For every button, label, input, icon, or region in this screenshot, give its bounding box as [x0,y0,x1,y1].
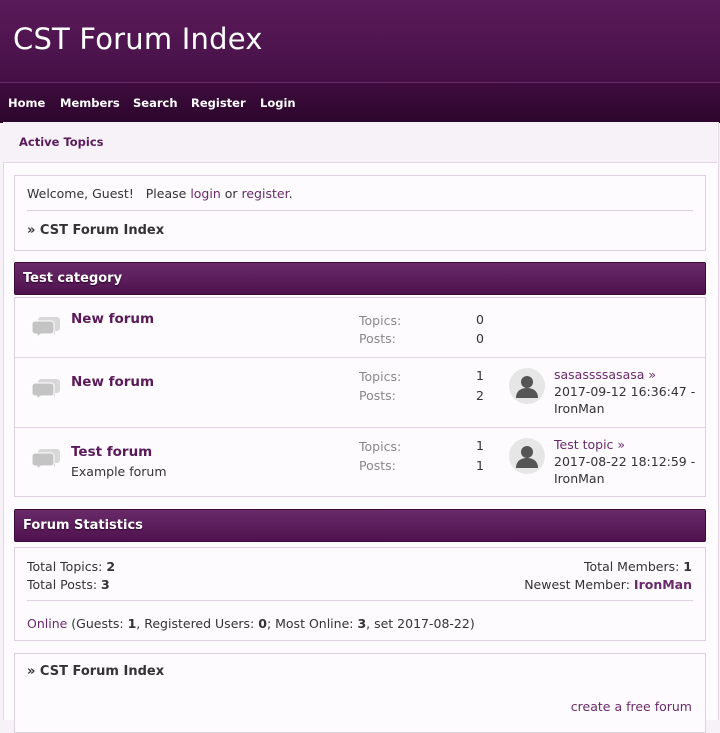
user-silhouette-icon [516,446,538,468]
online-link[interactable]: Online [27,616,67,631]
nav-search[interactable]: Search [133,96,178,110]
welcome-text: Welcome, Guest! Please login or register… [27,186,293,201]
forum-row: New forum Topics: 1 Posts: 2 sasassssasa… [15,357,705,428]
last-post-title[interactable]: sasassssasasa » [554,367,656,382]
forum-name[interactable]: New forum [71,374,154,390]
last-post-author: IronMan [554,471,605,486]
divider [27,600,693,601]
total-topics-label: Total Topics: [27,559,107,574]
welcome-prefix: Welcome, Guest! Please [27,186,191,201]
registered-label: , Registered Users: [136,616,259,631]
topics-label: Topics: [359,439,402,454]
category-header: Test category [14,262,706,295]
nav-home[interactable]: Home [8,96,45,110]
forum-description: Example forum [71,464,167,479]
footer-breadcrumb[interactable]: » CST Forum Index [27,664,164,679]
last-post: sasassssasasa » 2017-09-12 16:36:47 - Ir… [554,366,704,417]
nav-register[interactable]: Register [191,96,246,110]
last-post-author: IronMan [554,401,605,416]
forum-read-icon [31,449,60,469]
avatar[interactable] [509,438,545,474]
forum-list: New forum Topics: 0 Posts: 0 New forum T… [14,297,706,497]
total-posts: Total Posts: 3 [27,577,110,592]
total-members-value: 1 [683,559,692,574]
topics-label: Topics: [359,313,402,328]
registered-value: 0 [258,616,267,631]
topics-count: 0 [476,312,484,327]
forum-read-icon [31,317,60,337]
topics-count: 1 [476,438,484,453]
create-forum-link[interactable]: create a free forum [571,699,692,714]
avatar[interactable] [509,368,545,404]
forum-row: New forum Topics: 0 Posts: 0 [15,298,705,358]
welcome-or: or [220,186,242,201]
welcome-box: Welcome, Guest! Please login or register… [14,175,706,251]
forum-name[interactable]: Test forum [71,444,152,460]
forum-name[interactable]: New forum [71,311,154,327]
last-post-title[interactable]: Test topic » [554,437,625,452]
posts-count: 1 [476,458,484,473]
main-nav: Home Members Search Register Login [0,82,720,123]
most-online-date: , set 2017-08-22) [366,616,475,631]
posts-label: Posts: [359,388,396,403]
posts-label: Posts: [359,458,396,473]
total-posts-value: 3 [101,577,110,592]
forum-row: Test forum Example forum Topics: 1 Posts… [15,427,705,497]
site-header: CST Forum Index [0,0,720,82]
total-posts-label: Total Posts: [27,577,102,592]
divider [27,210,693,211]
posts-count: 0 [476,331,484,346]
newest-member: Newest Member: IronMan [524,577,692,592]
most-online-value: 3 [357,616,367,631]
site-title[interactable]: CST Forum Index [13,22,263,56]
user-silhouette-icon [516,376,538,398]
subnav: Active Topics [3,122,717,163]
last-post: Test topic » 2017-08-22 18:12:59 - IronM… [554,436,704,487]
guests-value: 1 [127,616,137,631]
topics-count: 1 [476,368,484,383]
guests-label: (Guests: [67,616,128,631]
total-members: Total Members: 1 [584,559,692,574]
welcome-suffix: . [288,186,293,201]
newest-member-link[interactable]: IronMan [634,577,692,592]
last-post-datetime: 2017-09-12 16:36:47 - [554,384,696,399]
stats-title: Forum Statistics [23,518,143,533]
newest-member-label: Newest Member: [524,577,634,592]
nav-members[interactable]: Members [60,96,120,110]
category-title[interactable]: Test category [23,271,122,286]
most-online-label: ; Most Online: [266,616,358,631]
posts-count: 2 [476,388,484,403]
stats-box: Total Topics: 2 Total Posts: 3 Total Mem… [14,547,706,641]
online-info: Online (Guests: 1, Registered Users: 0; … [27,616,475,631]
active-topics-link[interactable]: Active Topics [19,135,104,149]
forum-read-icon [31,379,60,399]
last-post-datetime: 2017-08-22 18:12:59 - [554,454,696,469]
total-topics-value: 2 [106,559,116,574]
total-members-label: Total Members: [584,559,684,574]
login-link[interactable]: login [190,186,220,201]
stats-header: Forum Statistics [14,509,706,542]
nav-login[interactable]: Login [260,96,296,110]
footer-box: » CST Forum Index create a free forum [14,653,706,733]
posts-label: Posts: [359,331,396,346]
topics-label: Topics: [359,369,402,384]
total-topics: Total Topics: 2 [27,559,115,574]
register-link[interactable]: register [242,186,289,201]
breadcrumb[interactable]: » CST Forum Index [27,223,164,238]
